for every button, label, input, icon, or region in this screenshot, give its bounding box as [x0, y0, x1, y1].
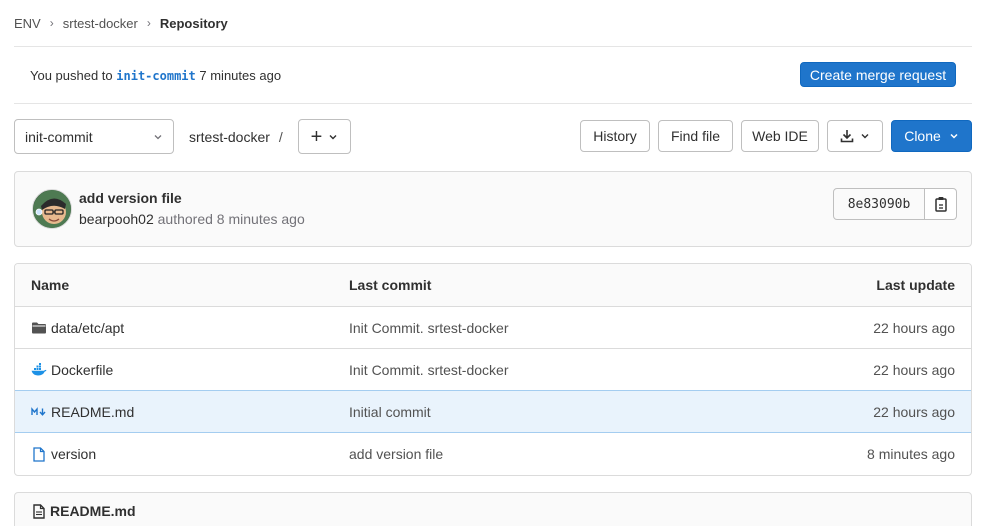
readme-title[interactable]: README.md: [50, 503, 136, 519]
download-icon: [840, 129, 854, 143]
chevron-right-icon: ›: [49, 16, 54, 30]
branch-dropdown[interactable]: init-commit: [14, 119, 174, 154]
pushed-branch-link[interactable]: init-commit: [116, 69, 195, 83]
docker-icon: [31, 362, 47, 378]
avatar[interactable]: [32, 189, 72, 229]
copy-sha-button[interactable]: [925, 188, 957, 220]
create-merge-request-button[interactable]: Create merge request: [800, 62, 956, 87]
chevron-down-icon: [328, 129, 338, 145]
readme-header: README.md: [33, 503, 136, 519]
last-update-time: 22 hours ago: [873, 403, 955, 420]
column-header-name: Name: [31, 277, 70, 293]
plus-icon: +: [310, 125, 323, 148]
column-header-last-update: Last update: [876, 277, 955, 293]
last-commit-link[interactable]: Init Commit. srtest-docker: [349, 349, 508, 390]
push-message: You pushed to init-commit 7 minutes ago: [30, 67, 282, 83]
divider: [14, 103, 972, 104]
commit-title[interactable]: add version file: [79, 190, 182, 206]
clipboard-icon: [934, 196, 948, 212]
breadcrumb: ENV › srtest-docker › Repository: [14, 14, 228, 32]
file-name-link[interactable]: README.md: [51, 404, 134, 420]
chevron-right-icon: ›: [146, 16, 151, 30]
folder-icon: [31, 320, 47, 336]
repo-path: srtest-docker /: [189, 119, 283, 154]
table-row[interactable]: data/etc/apt Init Commit. srtest-docker …: [15, 307, 971, 349]
commit-sha[interactable]: 8e83090b: [833, 188, 925, 220]
chevron-down-icon: [153, 129, 163, 145]
repo-path-root[interactable]: srtest-docker: [189, 129, 270, 145]
file-icon: [31, 446, 47, 462]
download-dropdown[interactable]: [827, 120, 883, 152]
commit-author-line: bearpooh02 authored 8 minutes ago: [79, 211, 305, 227]
table-row[interactable]: README.md Initial commit 22 hours ago: [15, 390, 971, 433]
commit-sha-group: 8e83090b: [833, 188, 957, 220]
file-name-link[interactable]: Dockerfile: [51, 362, 113, 378]
file-name-link[interactable]: data/etc/apt: [51, 320, 124, 336]
table-row[interactable]: Dockerfile Init Commit. srtest-docker 22…: [15, 349, 971, 391]
commit-author[interactable]: bearpooh02: [79, 211, 154, 227]
chevron-down-icon: [860, 128, 870, 144]
last-update-time: 8 minutes ago: [867, 446, 955, 462]
table-row[interactable]: version add version file 8 minutes ago: [15, 433, 971, 475]
readme-panel: README.md: [14, 492, 972, 526]
file-icon: [33, 503, 45, 519]
last-commit-panel: add version file bearpooh02 authored 8 m…: [14, 171, 972, 247]
column-header-last-commit: Last commit: [349, 277, 432, 293]
commit-meta: authored 8 minutes ago: [157, 211, 305, 227]
chevron-down-icon: [949, 128, 959, 144]
find-file-button[interactable]: Find file: [658, 120, 733, 152]
markdown-icon: [31, 404, 47, 420]
file-tree-table: Name Last commit Last update data/etc/ap…: [14, 263, 972, 476]
file-name-link[interactable]: version: [51, 446, 96, 462]
clone-dropdown[interactable]: Clone: [891, 120, 972, 152]
breadcrumb-item-project[interactable]: srtest-docker: [63, 16, 138, 31]
add-to-tree-dropdown[interactable]: +: [298, 119, 351, 154]
last-update-time: 22 hours ago: [873, 319, 955, 336]
last-commit-link[interactable]: Initial commit: [349, 391, 431, 432]
history-button[interactable]: History: [580, 120, 650, 152]
last-commit-link[interactable]: add version file: [349, 433, 443, 475]
branch-dropdown-value: init-commit: [25, 128, 93, 145]
clone-label: Clone: [904, 128, 941, 144]
last-commit-link[interactable]: Init Commit. srtest-docker: [349, 307, 508, 348]
path-separator: /: [278, 128, 283, 145]
breadcrumb-current[interactable]: Repository: [160, 16, 228, 31]
breadcrumb-item-env[interactable]: ENV: [14, 16, 41, 31]
last-update-time: 22 hours ago: [873, 361, 955, 378]
web-ide-button[interactable]: Web IDE: [741, 120, 819, 152]
table-header: Name Last commit Last update: [15, 264, 971, 307]
